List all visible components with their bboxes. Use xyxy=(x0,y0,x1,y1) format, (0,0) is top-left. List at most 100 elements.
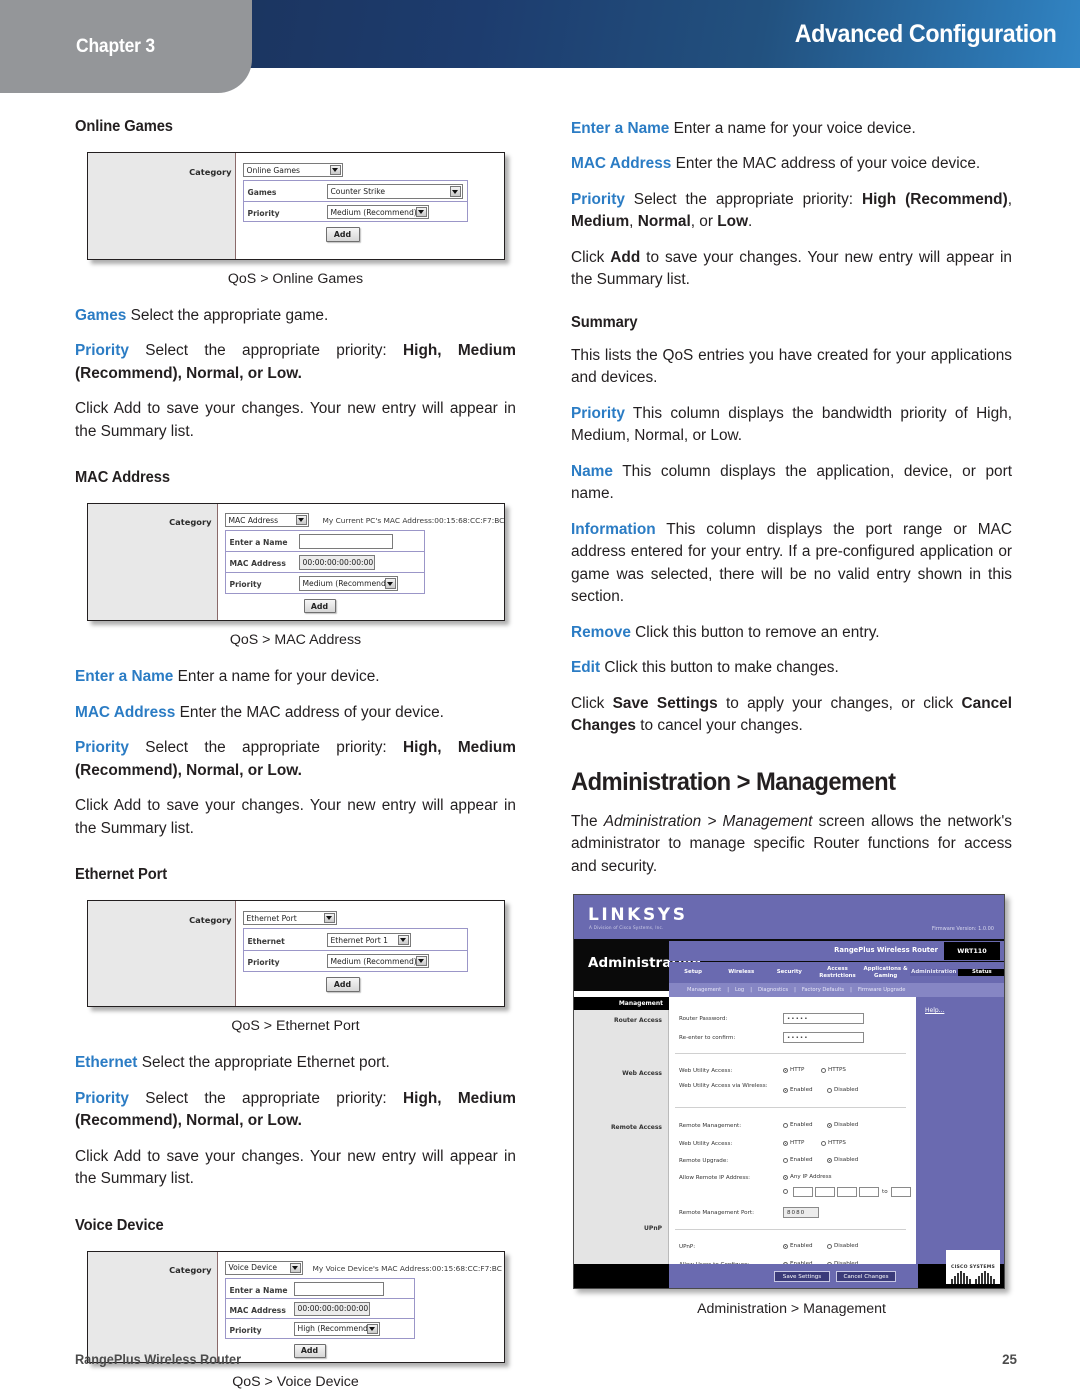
radio-enabled-label: Enabled xyxy=(790,1122,813,1129)
heading-summary: Summary xyxy=(571,313,638,331)
tab-setup[interactable]: Setup xyxy=(669,969,717,976)
radio-dot-icon xyxy=(783,1174,788,1180)
mac-input[interactable]: 00:00:00:00:00:00 xyxy=(298,555,375,571)
row-label-priority: Priority xyxy=(247,209,280,218)
radio-https[interactable]: HTTPS xyxy=(821,1067,846,1073)
games-select[interactable]: Counter Strike xyxy=(326,184,463,199)
tab-applications-gaming[interactable]: Applications & Gaming xyxy=(862,966,910,980)
name-input[interactable] xyxy=(298,534,393,550)
router-section-sidebar: Management Router Access Web Access Remo… xyxy=(574,997,669,1265)
priority-select[interactable]: Medium (Recommend) xyxy=(326,954,429,969)
radio-ip-range[interactable] xyxy=(783,1189,788,1195)
tab-security[interactable]: Security xyxy=(765,969,813,976)
caption-qos-mac-address: QoS > MAC Address xyxy=(229,632,362,649)
closing-mid: to apply your changes, or click xyxy=(717,694,962,712)
subtab-separator: | xyxy=(794,987,796,994)
add-button[interactable]: Add xyxy=(325,977,360,993)
radio-enabled-label: Enabled xyxy=(790,1087,813,1094)
subtab-diagnostics[interactable]: Diagnostics xyxy=(758,987,788,993)
tab-wireless[interactable]: Wireless xyxy=(717,969,765,976)
router-password-field[interactable]: ••••• xyxy=(783,1013,864,1025)
radio-upnp-enabled[interactable]: Enabled xyxy=(783,1243,813,1249)
radio-remote-mgmt-enabled[interactable]: Enabled xyxy=(783,1122,813,1128)
para-summary-closing: Click Save Settings to apply your change… xyxy=(571,693,1012,738)
name-input[interactable] xyxy=(293,1281,384,1296)
radio-http[interactable]: HTTP xyxy=(783,1067,804,1073)
radio-dot-icon xyxy=(827,1243,832,1249)
radio-any-ip-address[interactable]: Any IP Address xyxy=(783,1174,832,1180)
priority-select[interactable]: High (Recommend) xyxy=(293,1321,380,1336)
radio-wireless-enabled[interactable]: Enabled xyxy=(783,1087,813,1093)
subtab-factory-defaults[interactable]: Factory Defaults xyxy=(802,987,844,993)
tab-access-restrictions[interactable]: Access Restrictions xyxy=(813,966,861,980)
keyword-priority: Priority xyxy=(75,342,129,360)
cisco-logo-bars xyxy=(951,1271,995,1285)
field-row-ethernet: Ethernet Ethernet Port 1 xyxy=(242,928,468,952)
para-voice-click-add: Click Add to save your changes. Your new… xyxy=(571,247,1012,292)
category-select[interactable]: MAC Address xyxy=(224,513,309,528)
router-main-panel: Router Password: ••••• Re-enter to confi… xyxy=(669,997,916,1288)
ethernet-select[interactable]: Ethernet Port 1 xyxy=(326,933,411,948)
router-body: Management Router Access Web Access Remo… xyxy=(574,997,1004,1288)
save-settings-button[interactable]: Save Settings xyxy=(774,1271,830,1283)
category-select[interactable]: Online Games xyxy=(242,163,343,177)
radio-upnp-disabled[interactable]: Disabled xyxy=(827,1243,858,1249)
radio-wireless-disabled[interactable]: Disabled xyxy=(827,1087,858,1093)
radio-remote-upgrade-enabled[interactable]: Enabled xyxy=(783,1157,813,1163)
radio-http-label: HTTP xyxy=(790,1067,805,1074)
divider xyxy=(675,1107,906,1109)
ip-octet-3[interactable] xyxy=(837,1187,857,1198)
radio-dot-icon xyxy=(783,1067,788,1073)
ip-range-end[interactable] xyxy=(891,1187,911,1198)
priority-select[interactable]: Medium (Recommend) xyxy=(298,576,398,592)
remote-management-port-field[interactable]: 8080 xyxy=(783,1207,819,1219)
keyword-mac-address: MAC Address xyxy=(75,703,176,721)
chevron-down-icon xyxy=(329,165,341,175)
add-button[interactable]: Add xyxy=(303,599,336,614)
field-row-mac: MAC Address 00:00:00:00:00:00 xyxy=(224,551,425,574)
page-footer: RangePlus Wireless Router 25 xyxy=(75,1352,1017,1367)
cancel-changes-button[interactable]: Cancel Changes xyxy=(836,1271,896,1283)
para-summary-edit: Edit Click this button to make changes. xyxy=(571,657,1012,679)
chevron-down-icon xyxy=(384,578,396,590)
group-upnp: UPnP xyxy=(644,1225,662,1233)
keyword-games: Games xyxy=(75,307,127,324)
radio-dot-icon xyxy=(827,1157,832,1163)
radio-remote-upgrade-disabled[interactable]: Disabled xyxy=(827,1157,858,1163)
mac-value: 00:00:00:00:00:00 xyxy=(297,1304,369,1314)
sep-2: , xyxy=(629,213,638,231)
ip-octet-2[interactable] xyxy=(815,1187,835,1198)
add-button[interactable]: Add xyxy=(325,227,360,242)
category-select[interactable]: Voice Device xyxy=(224,1260,303,1275)
subtab-log[interactable]: Log xyxy=(735,987,744,993)
mac-input[interactable]: 00:00:00:00:00:00 xyxy=(293,1301,370,1316)
row-label-ethernet: Ethernet xyxy=(247,937,285,947)
radio-remote-mgmt-disabled[interactable]: Disabled xyxy=(827,1122,858,1128)
subtab-firmware-upgrade[interactable]: Firmware Upgrade xyxy=(858,987,906,993)
keyword-priority: Priority xyxy=(571,190,625,208)
radio-disabled-label: Disabled xyxy=(834,1087,859,1094)
radio-remote-https[interactable]: HTTPS xyxy=(821,1140,846,1146)
category-select[interactable]: Ethernet Port xyxy=(242,911,337,926)
reenter-password-field[interactable]: ••••• xyxy=(783,1032,864,1044)
router-name: RangePlus Wireless Router xyxy=(834,946,938,955)
group-remote-access: Remote Access xyxy=(610,1124,662,1132)
radio-remote-http[interactable]: HTTP xyxy=(783,1140,804,1146)
tab-administration[interactable]: Administration xyxy=(909,969,958,977)
label-remote-management-port: Remote Management Port: xyxy=(679,1210,754,1217)
label-allow-remote-ip: Allow Remote IP Address: xyxy=(679,1175,751,1182)
category-label: Category xyxy=(169,517,212,528)
keyword-enter-a-name: Enter a Name xyxy=(75,668,174,686)
subtab-management[interactable]: Management xyxy=(687,987,721,993)
tab-status[interactable]: Status xyxy=(957,969,1004,977)
chevron-down-icon xyxy=(366,1323,378,1334)
bold-add: Add xyxy=(610,248,641,266)
ip-octet-4[interactable] xyxy=(859,1187,879,1198)
right-column: Enter a Name Enter a name for your voice… xyxy=(571,118,1012,1335)
para-summary-name: Name This column displays the applicatio… xyxy=(571,461,1012,506)
help-link[interactable]: Help... xyxy=(925,1007,944,1014)
ip-octet-1[interactable] xyxy=(793,1187,813,1198)
priority-select[interactable]: Medium (Recommend) xyxy=(326,205,429,219)
field-row-priority: Priority Medium (Recommend) xyxy=(224,572,425,595)
para-administration-intro: The Administration > Management screen a… xyxy=(571,811,1012,878)
